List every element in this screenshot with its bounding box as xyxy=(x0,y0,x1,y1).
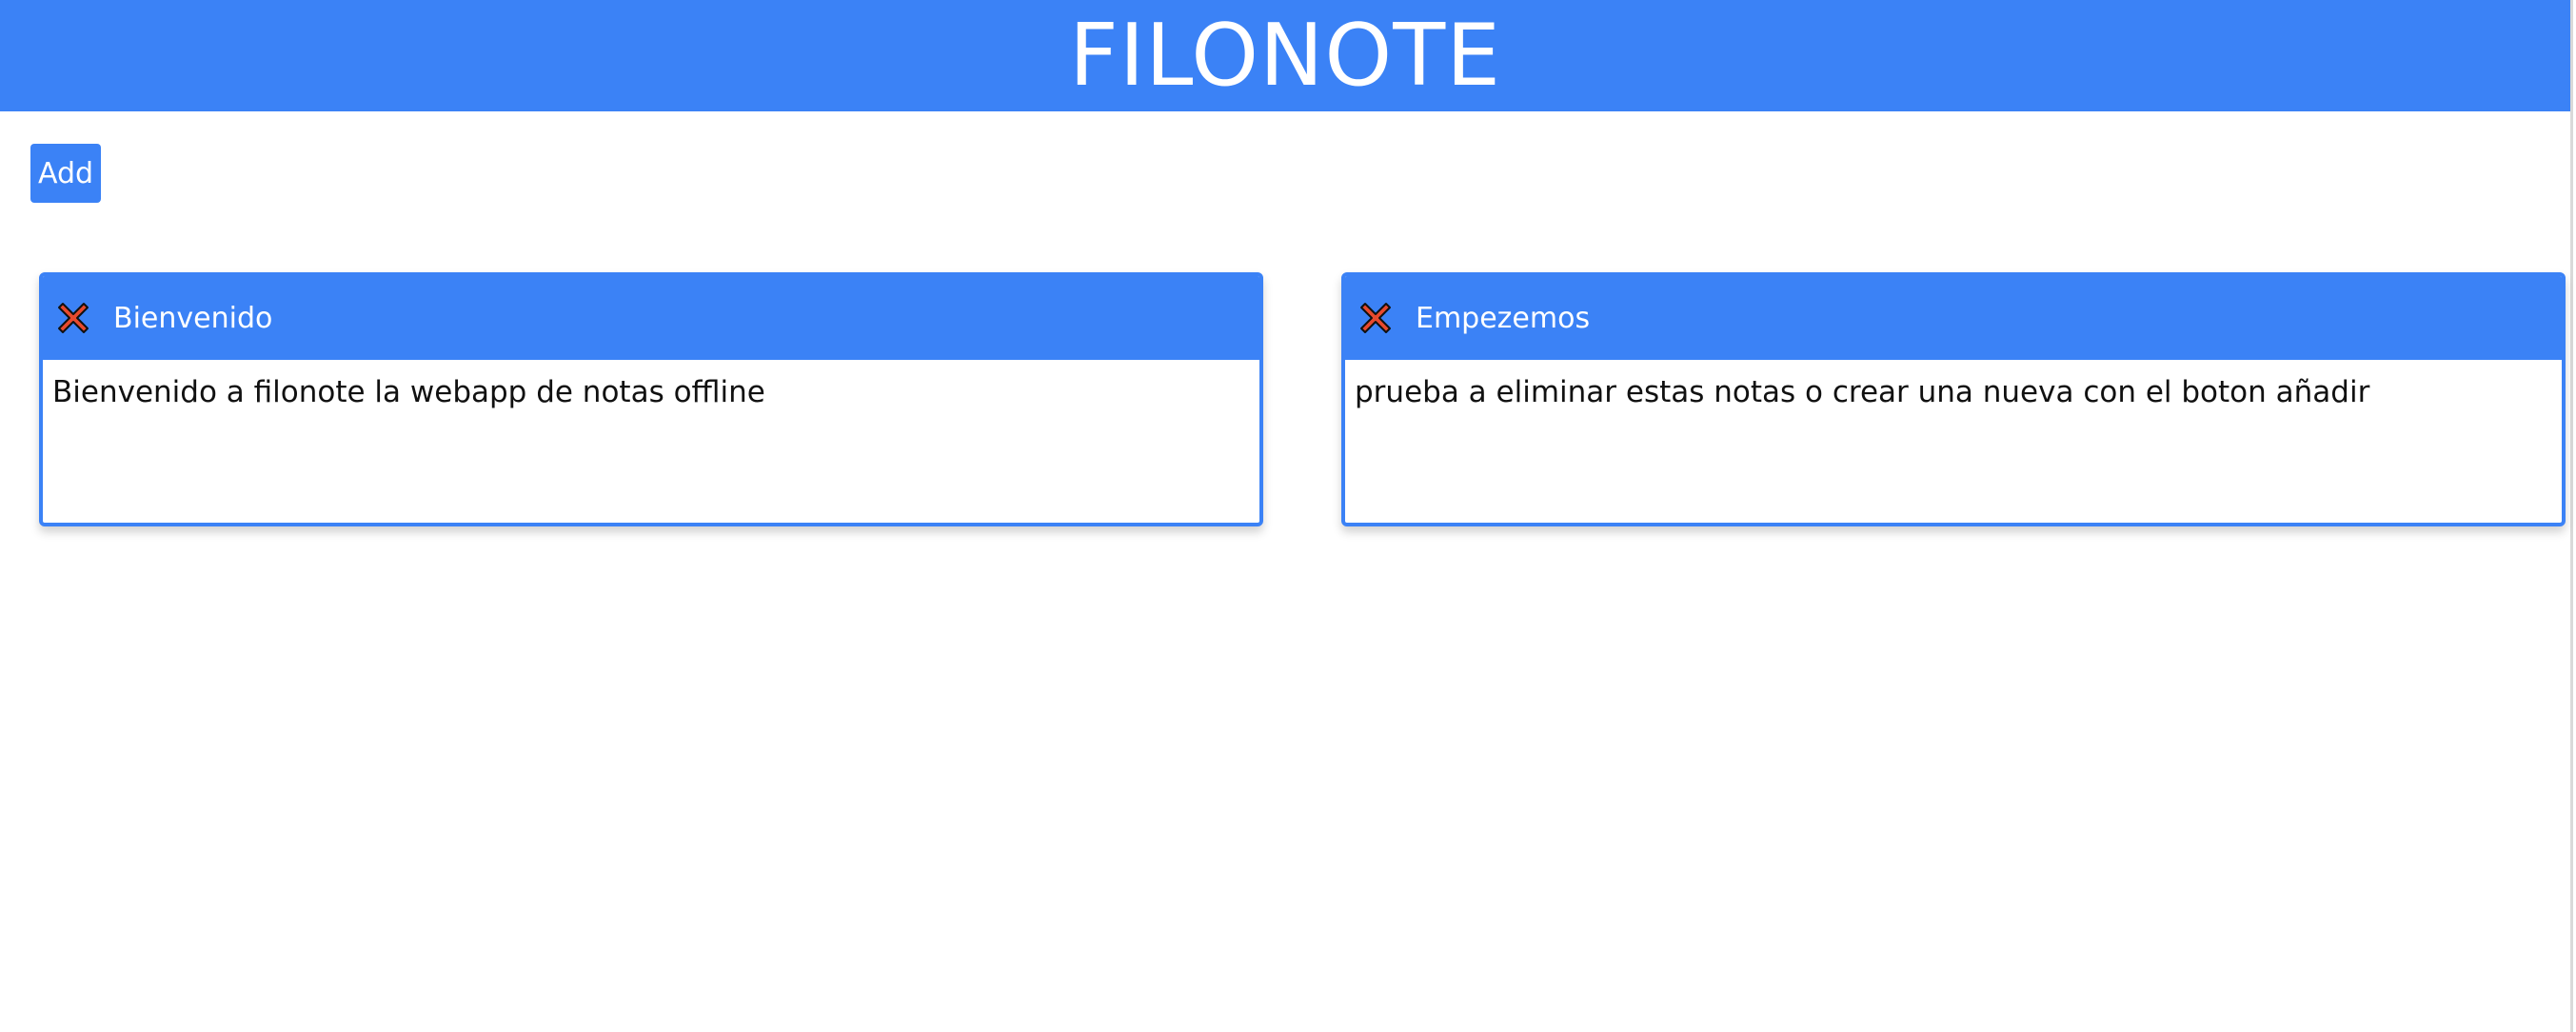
note-card: Bienvenido Bienvenido a filonote la weba… xyxy=(39,272,1263,526)
app-header: FILONOTE xyxy=(0,0,2570,111)
window-edge-divider xyxy=(2570,0,2573,1032)
note-body[interactable]: prueba a eliminar estas notas o crear un… xyxy=(1345,360,2562,425)
note-header: Empezemos xyxy=(1345,276,2562,360)
app-title: FILONOTE xyxy=(1068,5,1502,106)
note-body[interactable]: Bienvenido a filonote la webapp de notas… xyxy=(43,360,1259,425)
notes-grid: Bienvenido Bienvenido a filonote la weba… xyxy=(39,272,2566,526)
close-icon[interactable] xyxy=(54,299,92,337)
note-card: Empezemos prueba a eliminar estas notas … xyxy=(1341,272,2566,526)
note-title: Bienvenido xyxy=(113,301,273,335)
add-note-button[interactable]: Add xyxy=(30,144,101,203)
close-icon[interactable] xyxy=(1357,299,1395,337)
note-header: Bienvenido xyxy=(43,276,1259,360)
note-title: Empezemos xyxy=(1416,301,1591,335)
